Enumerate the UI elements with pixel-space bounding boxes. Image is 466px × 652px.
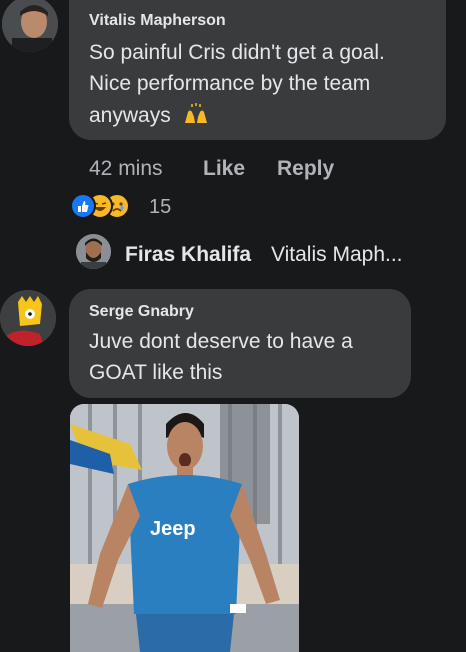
avatar-serge[interactable] <box>0 290 56 346</box>
raising-hands-emoji-icon <box>183 103 209 125</box>
reactions-summary[interactable] <box>70 193 190 221</box>
reply-button[interactable]: Reply <box>277 157 334 181</box>
reaction-count[interactable]: 15 <box>149 196 171 219</box>
jersey-sponsor-text: Jeep <box>150 518 196 540</box>
reply-author[interactable]: Firas Khalifa <box>125 243 251 267</box>
avatar-vitalis[interactable] <box>2 0 58 52</box>
comment-text-end: anyways <box>89 104 171 127</box>
avatar-firas-image <box>76 234 111 269</box>
comment-text-line: Juve dont deserve to have a <box>89 330 353 353</box>
avatar-firas[interactable] <box>76 234 111 269</box>
comment-photo[interactable]: Jeep <box>70 404 299 652</box>
like-reaction-icon <box>70 193 96 219</box>
reply-preview-text[interactable]: Vitalis Maph... <box>271 243 403 267</box>
comment-text-line: anyways <box>89 100 209 131</box>
like-button[interactable]: Like <box>203 157 245 181</box>
comment-text-line: So painful Cris didn't get a goal. <box>89 41 385 64</box>
comment-author[interactable]: Vitalis Mapherson <box>89 12 226 30</box>
comment-text-line: Nice performance by the team <box>89 72 371 95</box>
comment-author[interactable]: Serge Gnabry <box>89 303 194 321</box>
comment-text-line: GOAT like this <box>89 361 223 384</box>
avatar-vitalis-image <box>2 0 58 52</box>
avatar-serge-image <box>0 290 56 346</box>
comment-timestamp: 42 mins <box>89 157 163 180</box>
